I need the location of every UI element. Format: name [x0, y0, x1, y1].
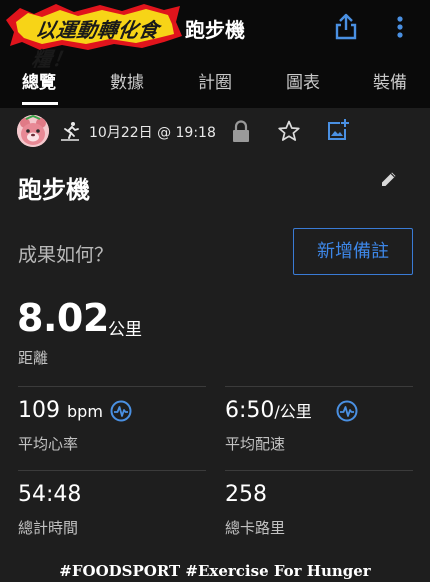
distance-label: 距離	[18, 349, 49, 367]
active-tab-indicator	[22, 102, 58, 105]
notes-prompt: 成果如何？	[18, 244, 114, 266]
activity-date: 10月22日 @ 19:18	[89, 125, 216, 141]
avg-heart-rate-value: 109 bpm	[18, 398, 103, 423]
add-photo-icon[interactable]	[326, 118, 350, 142]
heart-rate-number: 109	[18, 398, 60, 423]
distance-value: 8.02	[17, 296, 109, 340]
divider	[18, 386, 206, 387]
pace-number: 6:50	[225, 398, 275, 423]
activity-title: 跑步機	[18, 176, 90, 204]
bear-avatar[interactable]	[17, 115, 49, 147]
avg-heart-rate-label: 平均心率	[18, 435, 79, 453]
total-time-label: 總計時間	[18, 519, 79, 537]
more-vert-icon[interactable]	[392, 13, 408, 41]
lock-icon[interactable]	[231, 120, 251, 144]
divider	[225, 470, 413, 471]
total-calories-value: 258	[225, 482, 267, 507]
pace-zone-icon[interactable]	[336, 400, 358, 422]
tab-overview[interactable]: 總覽	[22, 68, 56, 93]
foodsport-logo: 以運動轉化食糧！	[4, 2, 182, 71]
avg-pace-value: 6:50/公里	[225, 398, 312, 423]
pace-unit: /公里	[274, 402, 312, 421]
tab-charts[interactable]: 圖表	[286, 68, 320, 93]
app-bar: 以運動轉化食糧！ 跑步機 總覽 數據 計圈 圖表 裝備	[0, 0, 430, 108]
distance-unit: 公里	[108, 320, 142, 340]
total-time-value: 54:48	[18, 482, 82, 507]
add-note-button[interactable]: 新增備註	[293, 228, 413, 275]
tab-laps[interactable]: 計圈	[198, 68, 232, 93]
treadmill-run-icon	[60, 121, 80, 141]
tab-data[interactable]: 數據	[110, 68, 144, 93]
total-calories-label: 總卡路里	[225, 519, 286, 537]
divider	[18, 470, 206, 471]
hashtag-caption: #FOODSPORT #Exercise For Hunger	[59, 562, 371, 580]
app-title: 跑步機	[185, 18, 245, 42]
heart-rate-zone-icon[interactable]	[110, 400, 132, 422]
heart-rate-unit: bpm	[67, 402, 103, 421]
tab-gear[interactable]: 裝備	[373, 68, 407, 93]
pencil-icon[interactable]	[380, 170, 398, 188]
star-outline-icon[interactable]	[278, 120, 300, 142]
avg-pace-label: 平均配速	[225, 435, 286, 453]
share-icon[interactable]	[333, 13, 359, 41]
tab-bar: 總覽 數據 計圈 圖表 裝備	[0, 60, 430, 108]
divider	[225, 386, 413, 387]
